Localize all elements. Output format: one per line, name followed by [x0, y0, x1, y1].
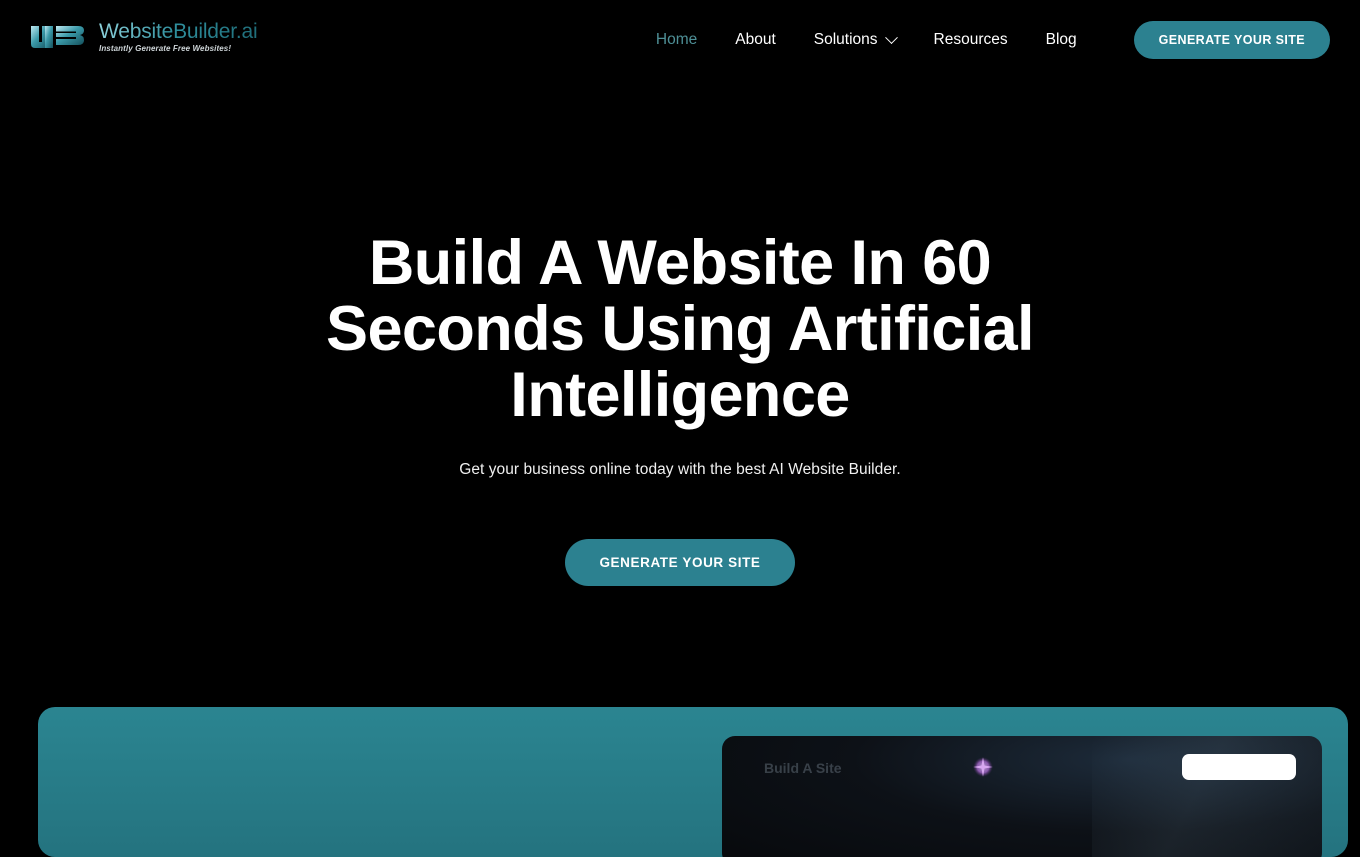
chevron-down-icon	[884, 30, 898, 44]
showcase-preview-card[interactable]: Build A Site	[722, 736, 1322, 857]
showcase-card-label: Build A Site	[764, 760, 842, 776]
showcase-panel: Build A Site	[38, 707, 1348, 857]
logo-tagline: Instantly Generate Free Websites!	[99, 44, 232, 53]
nav-item-blog[interactable]: Blog	[1027, 0, 1096, 80]
main-nav: Home About Solutions Resources Blog GENE…	[637, 0, 1330, 80]
nav-item-about-label: About	[735, 31, 776, 48]
header-generate-site-button[interactable]: GENERATE YOUR SITE	[1133, 21, 1330, 59]
site-header: WebsiteBuilder.ai Instantly Generate Fre…	[0, 0, 1360, 80]
nav-item-solutions-label: Solutions	[813, 31, 878, 48]
wb-monogram-icon	[31, 26, 84, 48]
hero-section: Build A Website In 60 Seconds Using Arti…	[0, 80, 1360, 705]
nav-item-resources[interactable]: Resources	[915, 0, 1027, 80]
hero-subtitle: Get your business online today with the …	[459, 461, 901, 478]
nav-item-about[interactable]: About	[716, 0, 795, 80]
nav-item-blog-label: Blog	[1045, 31, 1077, 48]
nav-item-resources-label: Resources	[933, 31, 1008, 48]
nav-item-home-label: Home	[655, 31, 698, 48]
sparkle-icon	[973, 757, 993, 777]
logo-title: WebsiteBuilder.ai	[99, 20, 258, 43]
nav-item-home[interactable]: Home	[637, 0, 716, 80]
hero-generate-site-button[interactable]: GENERATE YOUR SITE	[565, 539, 795, 586]
hero-title: Build A Website In 60 Seconds Using Arti…	[326, 228, 1035, 430]
nav-item-solutions[interactable]: Solutions	[795, 0, 915, 80]
logo[interactable]: WebsiteBuilder.ai Instantly Generate Fre…	[30, 20, 258, 54]
showcase-card-button[interactable]	[1182, 754, 1296, 780]
